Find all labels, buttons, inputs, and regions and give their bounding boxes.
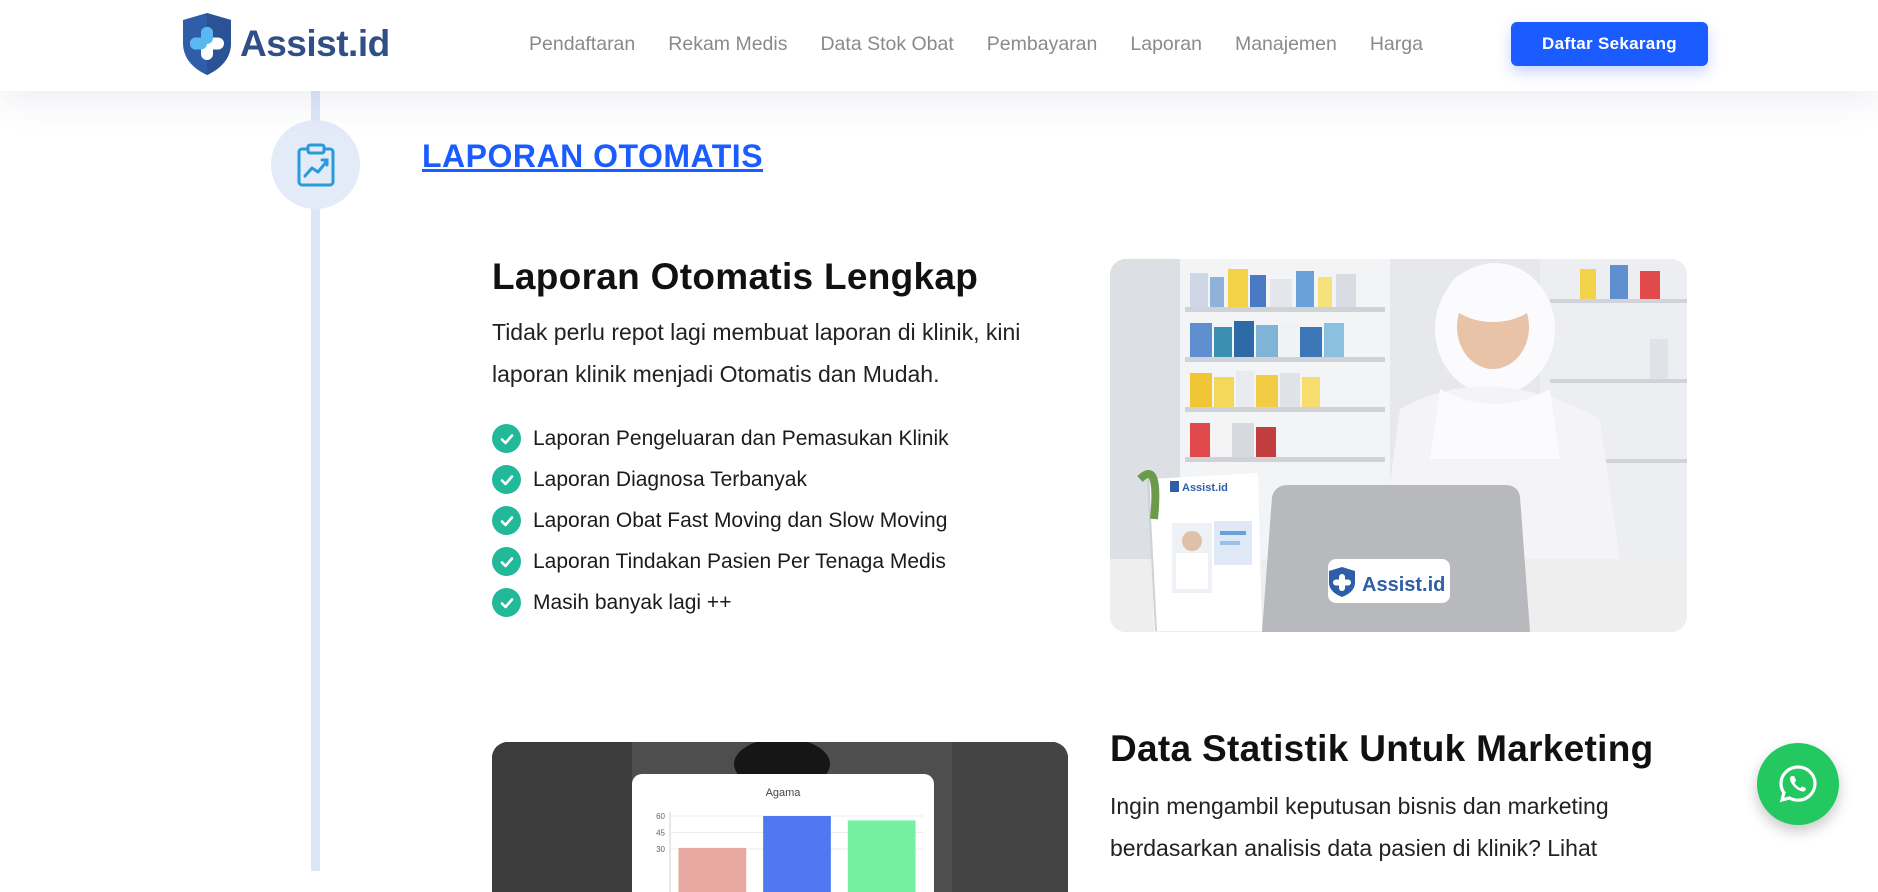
feature-list-item: Laporan Tindakan Pasien Per Tenaga Medis bbox=[492, 541, 949, 582]
check-circle-icon bbox=[492, 465, 521, 494]
feature-list-item: Laporan Diagnosa Terbanyak bbox=[492, 459, 949, 500]
check-circle-icon bbox=[492, 506, 521, 535]
chart-y-tick-label: 60 bbox=[656, 812, 665, 821]
feature-label: Laporan Pengeluaran dan Pemasukan Klinik bbox=[533, 426, 949, 450]
standee-brand-label: Assist.id bbox=[1182, 482, 1228, 494]
section-icon-badge bbox=[271, 120, 360, 209]
nav-item-manajemen[interactable]: Manajemen bbox=[1235, 30, 1337, 58]
statistics-heading: Data Statistik Untuk Marketing bbox=[1110, 728, 1654, 769]
feature-description-line: Tidak perlu repot lagi membuat laporan d… bbox=[492, 319, 1021, 345]
chart-y-tick-label: 30 bbox=[656, 845, 665, 854]
feature-list-item: Laporan Obat Fast Moving dan Slow Moving bbox=[492, 500, 949, 541]
check-circle-icon bbox=[492, 588, 521, 617]
feature-description: Tidak perlu repot lagi membuat laporan d… bbox=[492, 311, 1082, 395]
check-circle-icon bbox=[492, 424, 521, 453]
statistics-description: Ingin mengambil keputusan bisnis dan mar… bbox=[1110, 785, 1710, 869]
chart-bar bbox=[678, 847, 747, 892]
whatsapp-icon bbox=[1779, 765, 1817, 803]
pharmacy-scene-illustration: Assist.id Assist.id bbox=[1110, 259, 1687, 632]
statistics-description-line: berdasarkan analisis data pasien di klin… bbox=[1110, 835, 1598, 861]
feature-list-item: Laporan Pengeluaran dan Pemasukan Klinik bbox=[492, 418, 949, 459]
religion-bar-chart: Agama 30 45 60 bbox=[492, 742, 1068, 892]
register-now-button[interactable]: Daftar Sekarang bbox=[1511, 22, 1708, 66]
feature-label: Laporan Obat Fast Moving dan Slow Moving bbox=[533, 508, 948, 532]
feature-list: Laporan Pengeluaran dan Pemasukan Klinik… bbox=[492, 418, 949, 623]
feature-description-line: laporan klinik menjadi Otomatis dan Muda… bbox=[492, 361, 940, 387]
pharmacist-laptop-photo: Assist.id Assist.id bbox=[1110, 259, 1687, 632]
shield-cross-logo-icon bbox=[183, 13, 231, 75]
chart-bar bbox=[847, 820, 916, 892]
statistics-chart-photo: Agama 30 45 60 bbox=[492, 742, 1068, 892]
chart-y-tick-label: 45 bbox=[656, 829, 665, 838]
whatsapp-chat-button[interactable] bbox=[1757, 743, 1839, 825]
feature-heading: Laporan Otomatis Lengkap bbox=[492, 256, 979, 297]
nav-item-laporan[interactable]: Laporan bbox=[1130, 30, 1202, 58]
feature-list-item: Masih banyak lagi ++ bbox=[492, 582, 949, 623]
report-chart-icon bbox=[297, 143, 334, 186]
section-title[interactable]: LAPORAN OTOMATIS bbox=[422, 138, 763, 175]
brand-logo[interactable]: Assist.id bbox=[180, 11, 390, 77]
chart-title: Agama bbox=[766, 787, 802, 799]
statistics-description-line: Ingin mengambil keputusan bisnis dan mar… bbox=[1110, 793, 1609, 819]
nav-item-data-stok-obat[interactable]: Data Stok Obat bbox=[820, 30, 953, 58]
laptop-brand-label: Assist.id bbox=[1362, 574, 1445, 596]
feature-label: Laporan Tindakan Pasien Per Tenaga Medis bbox=[533, 549, 946, 573]
chart-bar bbox=[763, 816, 831, 892]
brand-name: Assist.id bbox=[240, 23, 390, 64]
nav-item-harga[interactable]: Harga bbox=[1370, 30, 1423, 58]
nav-item-pembayaran[interactable]: Pembayaran bbox=[987, 30, 1098, 58]
main-nav: Pendaftaran Rekam Medis Data Stok Obat P… bbox=[529, 30, 1456, 58]
check-circle-icon bbox=[492, 547, 521, 576]
feature-label: Masih banyak lagi ++ bbox=[533, 590, 732, 614]
site-header: Assist.id Pendaftaran Rekam Medis Data S… bbox=[0, 0, 1878, 91]
nav-item-pendaftaran[interactable]: Pendaftaran bbox=[529, 30, 635, 58]
nav-item-rekam-medis[interactable]: Rekam Medis bbox=[668, 30, 787, 58]
feature-label: Laporan Diagnosa Terbanyak bbox=[533, 467, 807, 491]
